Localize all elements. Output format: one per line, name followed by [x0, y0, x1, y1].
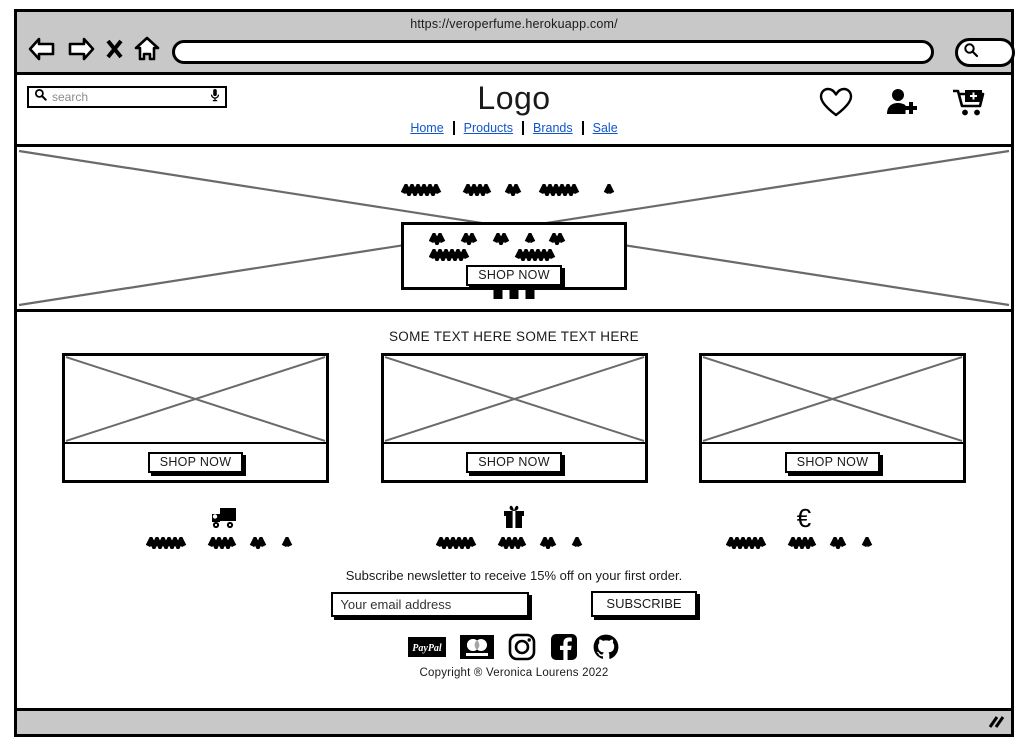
nav-link-sale[interactable]: Sale	[584, 121, 627, 135]
service-delivery-scribble	[144, 534, 304, 552]
nav-link-home[interactable]: Home	[401, 121, 452, 135]
product-image-placeholder	[383, 356, 645, 444]
page-content: search Logo Home Products Brands Sale SH…	[17, 75, 1011, 734]
newsletter-message: Subscribe newsletter to receive 15% off …	[345, 568, 683, 583]
facebook-icon[interactable]	[550, 633, 578, 661]
product-card-row: SHOP NOW SHOP NOW SHOP NOW	[17, 344, 1011, 483]
hero-card-line-2	[429, 249, 599, 261]
product-card-footer: SHOP NOW	[702, 444, 963, 480]
product-shop-now-button[interactable]: SHOP NOW	[147, 451, 244, 473]
euro-icon: €	[724, 501, 884, 531]
carousel-dot[interactable]	[509, 290, 519, 299]
service-features-row: €	[17, 501, 1011, 552]
main-navigation: Home Products Brands Sale	[17, 121, 1011, 135]
home-icon[interactable]	[133, 35, 161, 63]
address-bar-input[interactable]	[172, 40, 934, 64]
product-shop-now-button[interactable]: SHOP NOW	[784, 451, 881, 473]
mastercard-icon[interactable]	[460, 634, 494, 660]
product-card[interactable]: SHOP NOW	[62, 353, 329, 483]
hero-shop-now-button[interactable]: SHOP NOW	[466, 265, 562, 286]
paypal-icon[interactable]: PayPal	[408, 635, 446, 659]
hero-title-scribble	[17, 181, 1011, 199]
email-field[interactable]: Your email address	[331, 591, 530, 617]
site-footer: PayPal Copyright ® Veronica Lourens 2022	[17, 633, 1011, 679]
product-image-placeholder	[65, 356, 326, 444]
product-card-footer: SHOP NOW	[384, 444, 645, 480]
cart-add-icon[interactable]	[951, 87, 985, 118]
svg-text:PayPal: PayPal	[412, 643, 442, 654]
newsletter-section: Subscribe newsletter to receive 15% off …	[17, 568, 1011, 617]
resize-grip-icon[interactable]	[985, 714, 1005, 735]
instagram-icon[interactable]	[508, 633, 536, 661]
product-shop-now-button[interactable]: SHOP NOW	[466, 451, 562, 473]
forward-arrow-icon[interactable]	[66, 36, 96, 62]
carousel-dots	[493, 290, 535, 299]
delivery-truck-icon	[144, 501, 304, 531]
gift-icon	[434, 501, 594, 531]
service-currency: €	[724, 501, 884, 552]
subscribe-button[interactable]: SUBSCRIBE	[591, 591, 697, 617]
search-go-icon	[963, 42, 979, 63]
service-gift-scribble	[434, 534, 594, 552]
product-card-footer: SHOP NOW	[65, 444, 326, 480]
copyright-text: Copyright ® Veronica Lourens 2022	[419, 667, 609, 679]
nav-link-products[interactable]: Products	[455, 121, 522, 135]
stop-x-icon[interactable]	[105, 36, 124, 62]
browser-window: https://veroperfume.herokuapp.com/ searc…	[14, 9, 1015, 737]
product-card[interactable]: SHOP NOW	[699, 353, 966, 483]
euro-symbol: €	[796, 503, 812, 533]
newsletter-form: Your email address SUBSCRIBE	[17, 591, 1011, 617]
product-card[interactable]: SHOP NOW	[380, 353, 648, 483]
browser-toolbar: https://veroperfume.herokuapp.com/	[17, 12, 1015, 75]
hero-banner: SHOP NOW	[17, 147, 1011, 312]
service-delivery	[144, 501, 304, 552]
hero-card: SHOP NOW	[401, 222, 627, 290]
site-header: search Logo Home Products Brands Sale	[17, 75, 1011, 147]
carousel-dot[interactable]	[493, 290, 503, 299]
back-arrow-icon[interactable]	[27, 36, 57, 62]
browser-status-bar	[17, 708, 1011, 734]
hero-card-line-1	[429, 233, 599, 245]
url-text: https://veroperfume.herokuapp.com/	[410, 17, 618, 31]
address-go-button[interactable]	[955, 38, 1015, 67]
wishlist-heart-icon[interactable]	[819, 87, 853, 118]
browser-nav-buttons	[27, 35, 161, 63]
account-add-user-icon[interactable]	[885, 87, 919, 118]
carousel-dot[interactable]	[525, 290, 535, 299]
footer-icon-row: PayPal	[17, 633, 1011, 661]
product-image-placeholder	[702, 356, 963, 444]
service-gift	[434, 501, 594, 552]
github-icon[interactable]	[592, 633, 620, 661]
nav-link-brands[interactable]: Brands	[524, 121, 582, 135]
service-currency-scribble	[724, 534, 884, 552]
header-action-icons	[819, 87, 985, 118]
section-title: SOME TEXT HERE SOME TEXT HERE	[388, 329, 639, 344]
